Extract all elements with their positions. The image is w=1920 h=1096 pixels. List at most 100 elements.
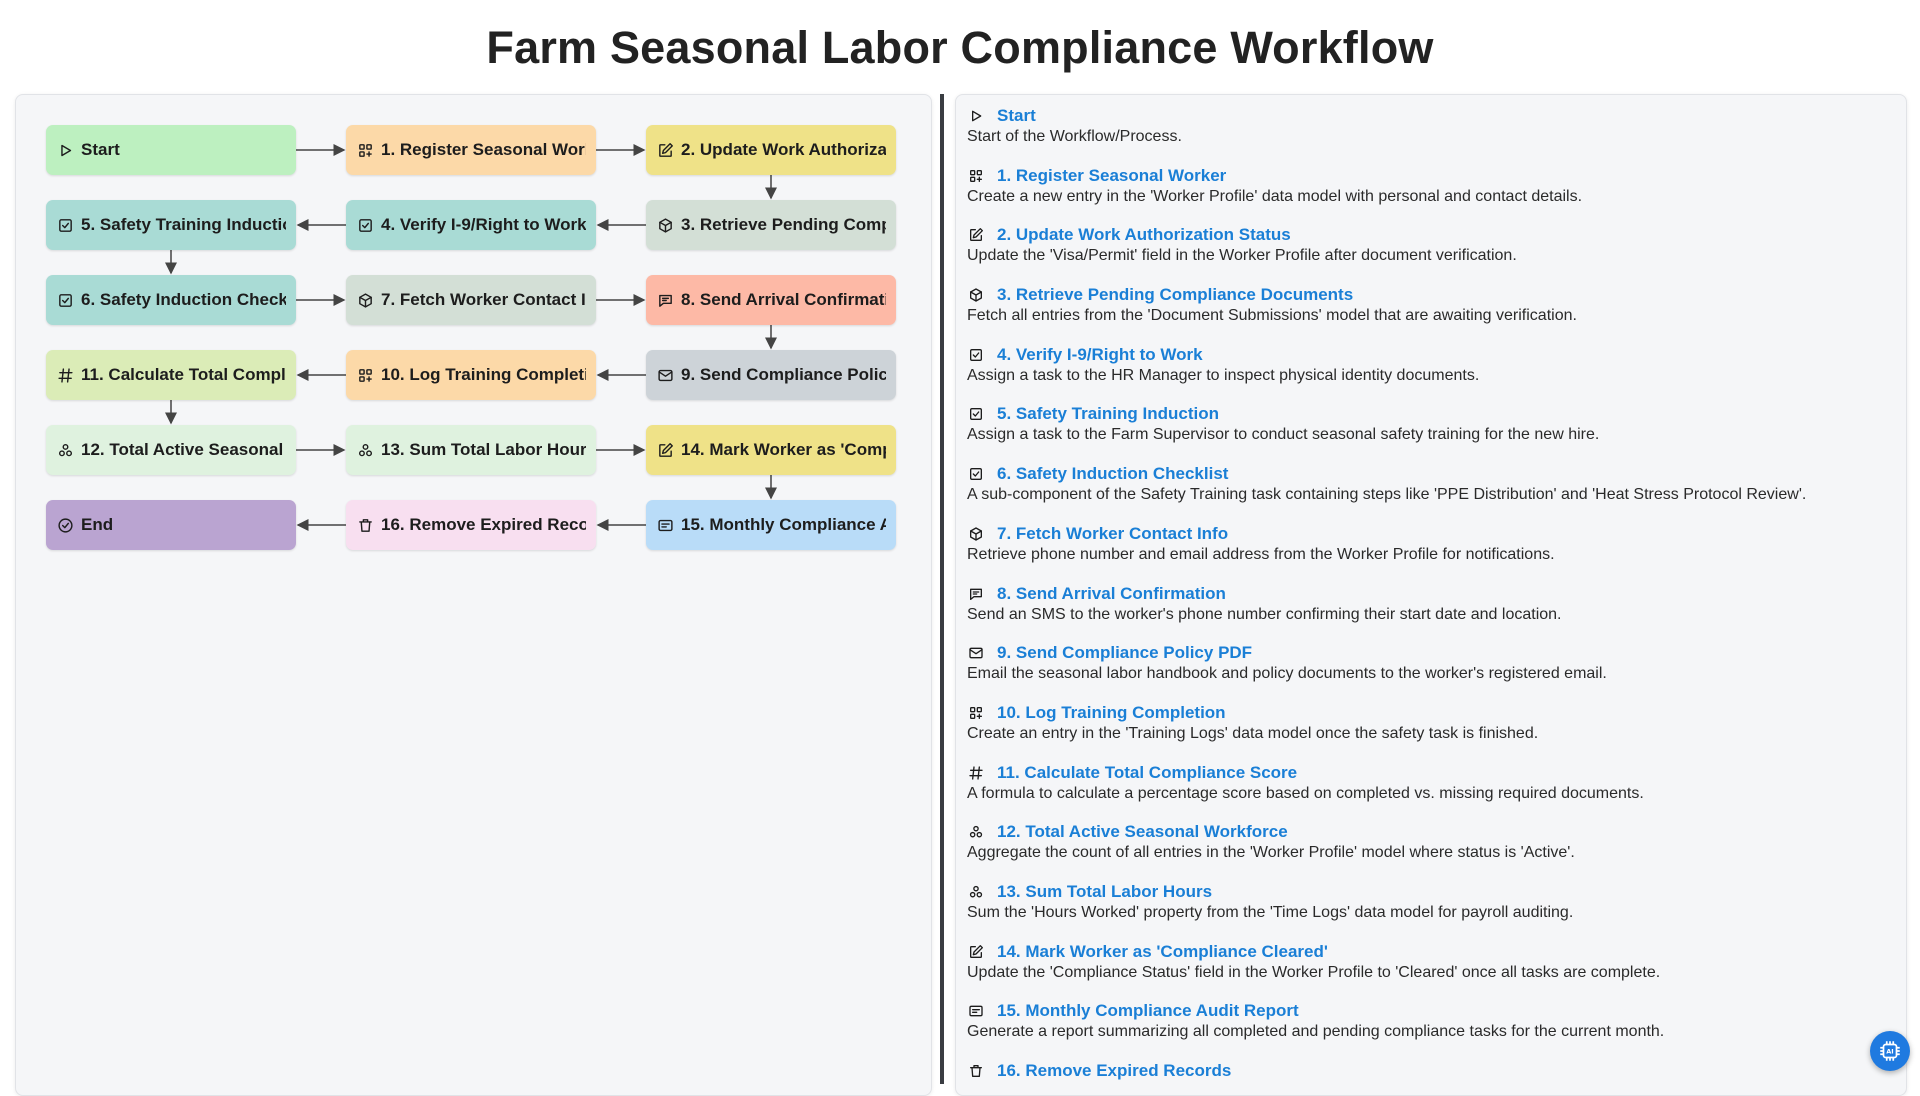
step-list: Start Start of the Workflow/Process. 1. Re…: [967, 105, 1897, 1095]
node-label: 7. Fetch Worker Contact Info: [381, 290, 586, 309]
workflow-node[interactable]: 9. Send Compliance Policy PDF: [646, 350, 896, 400]
node-label: 5. Safety Training Induction: [81, 215, 286, 234]
workflow-node[interactable]: 12. Total Active Seasonal Workforce: [46, 425, 296, 475]
step-title-link[interactable]: 3. Retrieve Pending Compliance Documents: [997, 285, 1353, 305]
node-icon: [56, 441, 74, 459]
step-header: 15. Monthly Compliance Audit Report: [967, 1000, 1897, 1022]
workflow-node[interactable]: End: [46, 500, 296, 550]
mail-icon: [657, 369, 673, 381]
step-item: 12. Total Active Seasonal Workforce Aggre…: [967, 821, 1897, 881]
workflow-node[interactable]: 7. Fetch Worker Contact Info: [346, 275, 596, 325]
node-label: 13. Sum Total Labor Hours: [381, 440, 586, 459]
node-label: 8. Send Arrival Confirmation: [681, 290, 886, 309]
step-header: 8. Send Arrival Confirmation: [967, 583, 1897, 605]
step-header: 6. Safety Induction Checklist: [967, 463, 1897, 485]
workflow-node[interactable]: 2. Update Work Authorization Status: [646, 125, 896, 175]
step-description: Assign a task to the Farm Supervisor to …: [967, 426, 1600, 444]
cube-icon: [970, 288, 982, 302]
step-title-link[interactable]: 13. Sum Total Labor Hours: [997, 882, 1212, 902]
step-title-link[interactable]: 16. Remove Expired Records: [997, 1061, 1231, 1081]
step-title-link[interactable]: 4. Verify I-9/Right to Work: [997, 345, 1203, 365]
checkbox-icon: [358, 218, 372, 232]
step-header: 16. Remove Expired Records: [967, 1060, 1897, 1082]
workflow-node[interactable]: 8. Send Arrival Confirmation: [646, 275, 896, 325]
step-item: 5. Safety Training Induction Assign a tas…: [967, 403, 1897, 463]
step-icon: [967, 167, 985, 185]
node-icon: [656, 141, 674, 159]
step-icon: [967, 405, 985, 423]
workflow-node[interactable]: Start: [46, 125, 296, 175]
step-title-link[interactable]: 8. Send Arrival Confirmation: [997, 584, 1226, 604]
node-icon: [656, 516, 674, 534]
step-description: Update the 'Compliance Status' field in …: [967, 963, 1661, 981]
workflow-diagram-panel: Start 1. Register Seasonal Worker 2. Updat…: [15, 94, 932, 1096]
node-icon: [356, 291, 374, 309]
report-icon: [657, 519, 673, 531]
step-title-link[interactable]: 2. Update Work Authorization Status: [997, 225, 1291, 245]
chat-icon: [970, 588, 982, 600]
step-title-link[interactable]: 10. Log Training Completion: [997, 703, 1226, 723]
grid-icon: [970, 706, 982, 719]
step-icon: [967, 525, 985, 543]
workflow-node[interactable]: 13. Sum Total Labor Hours: [346, 425, 596, 475]
step-title-link[interactable]: Start: [997, 106, 1036, 126]
step-item: 8. Send Arrival Confirmation Send an SMS …: [967, 583, 1897, 643]
step-item: Start Start of the Workflow/Process.: [967, 105, 1897, 165]
node-label: End: [81, 515, 114, 534]
hash-icon: [969, 765, 983, 780]
step-details-panel: Start Start of the Workflow/Process. 1. Re…: [955, 94, 1907, 1096]
step-title-link[interactable]: 15. Monthly Compliance Audit Report: [997, 1001, 1299, 1021]
step-header: 13. Sum Total Labor Hours: [967, 881, 1897, 903]
workflow-node[interactable]: 5. Safety Training Induction: [46, 200, 296, 250]
ai-assistant-button[interactable]: AI: [1870, 1031, 1910, 1071]
step-title-link[interactable]: 6. Safety Induction Checklist: [997, 464, 1228, 484]
step-item: 7. Fetch Worker Contact Info Retrieve pho…: [967, 523, 1897, 583]
workflow-node[interactable]: 6. Safety Induction Checklist: [46, 275, 296, 325]
mail-icon: [969, 647, 983, 659]
step-item: 1. Register Seasonal Worker Create a new …: [967, 165, 1897, 225]
workflow-node[interactable]: 10. Log Training Completion: [346, 350, 596, 400]
workflow-node[interactable]: 4. Verify I-9/Right to Work: [346, 200, 596, 250]
step-item: 11. Calculate Total Compliance Score A fo…: [967, 762, 1897, 822]
step-title-link[interactable]: 1. Register Seasonal Worker: [997, 166, 1226, 186]
step-description: Retrieve phone number and email address …: [967, 545, 1555, 563]
step-header: 7. Fetch Worker Contact Info: [967, 523, 1897, 545]
step-item: 4. Verify I-9/Right to Work Assign a task…: [967, 344, 1897, 404]
step-title-link[interactable]: 9. Send Compliance Policy PDF: [997, 643, 1252, 663]
grid-icon: [970, 169, 982, 182]
workflow-node[interactable]: 1. Register Seasonal Worker: [346, 125, 596, 175]
edit-icon: [970, 944, 983, 958]
workflow-node[interactable]: 14. Mark Worker as 'Compliance Cleared': [646, 425, 896, 475]
step-icon: [967, 943, 985, 961]
node-label: 10. Log Training Completion: [381, 365, 586, 384]
step-icon: [967, 883, 985, 901]
step-title-link[interactable]: 5. Safety Training Induction: [997, 404, 1219, 424]
workflow-node[interactable]: 11. Calculate Total Compliance Score: [46, 350, 296, 400]
step-description: Sum the 'Hours Worked' property from the…: [967, 903, 1574, 921]
node-icon: [56, 291, 74, 309]
page-title: Farm Seasonal Labor Compliance Workflow: [486, 22, 1434, 73]
workflow-node[interactable]: 3. Retrieve Pending Compliance Documents: [646, 200, 896, 250]
aggregate-icon: [969, 885, 983, 898]
panel-divider[interactable]: [940, 94, 944, 1084]
step-description: A sub-component of the Safety Training t…: [967, 486, 1807, 504]
step-header: Start: [967, 105, 1897, 127]
step-header: 14. Mark Worker as 'Compliance Cleared': [967, 941, 1897, 963]
chat-icon: [658, 294, 672, 307]
step-title-link[interactable]: 7. Fetch Worker Contact Info: [997, 524, 1228, 544]
workflow-node[interactable]: 15. Monthly Compliance Audit Report: [646, 500, 896, 550]
step-header: 9. Send Compliance Policy PDF: [967, 642, 1897, 664]
node-label: 2. Update Work Authorization Status: [681, 140, 886, 159]
step-description: Aggregate the count of all entries in th…: [967, 844, 1575, 862]
step-item: 14. Mark Worker as 'Compliance Cleared' U…: [967, 941, 1897, 1001]
step-title-link[interactable]: 12. Total Active Seasonal Workforce: [997, 822, 1288, 842]
step-item: 6. Safety Induction Checklist A sub-compo…: [967, 463, 1897, 523]
node-label: Start: [81, 140, 120, 159]
step-title-link[interactable]: 11. Calculate Total Compliance Score: [997, 763, 1297, 783]
workflow-node[interactable]: 16. Remove Expired Records: [346, 500, 596, 550]
step-icon: [967, 823, 985, 841]
step-title-link[interactable]: 14. Mark Worker as 'Compliance Cleared': [997, 942, 1328, 962]
step-icon: [967, 346, 985, 364]
node-icon: [656, 441, 674, 459]
grid-icon: [358, 143, 372, 157]
